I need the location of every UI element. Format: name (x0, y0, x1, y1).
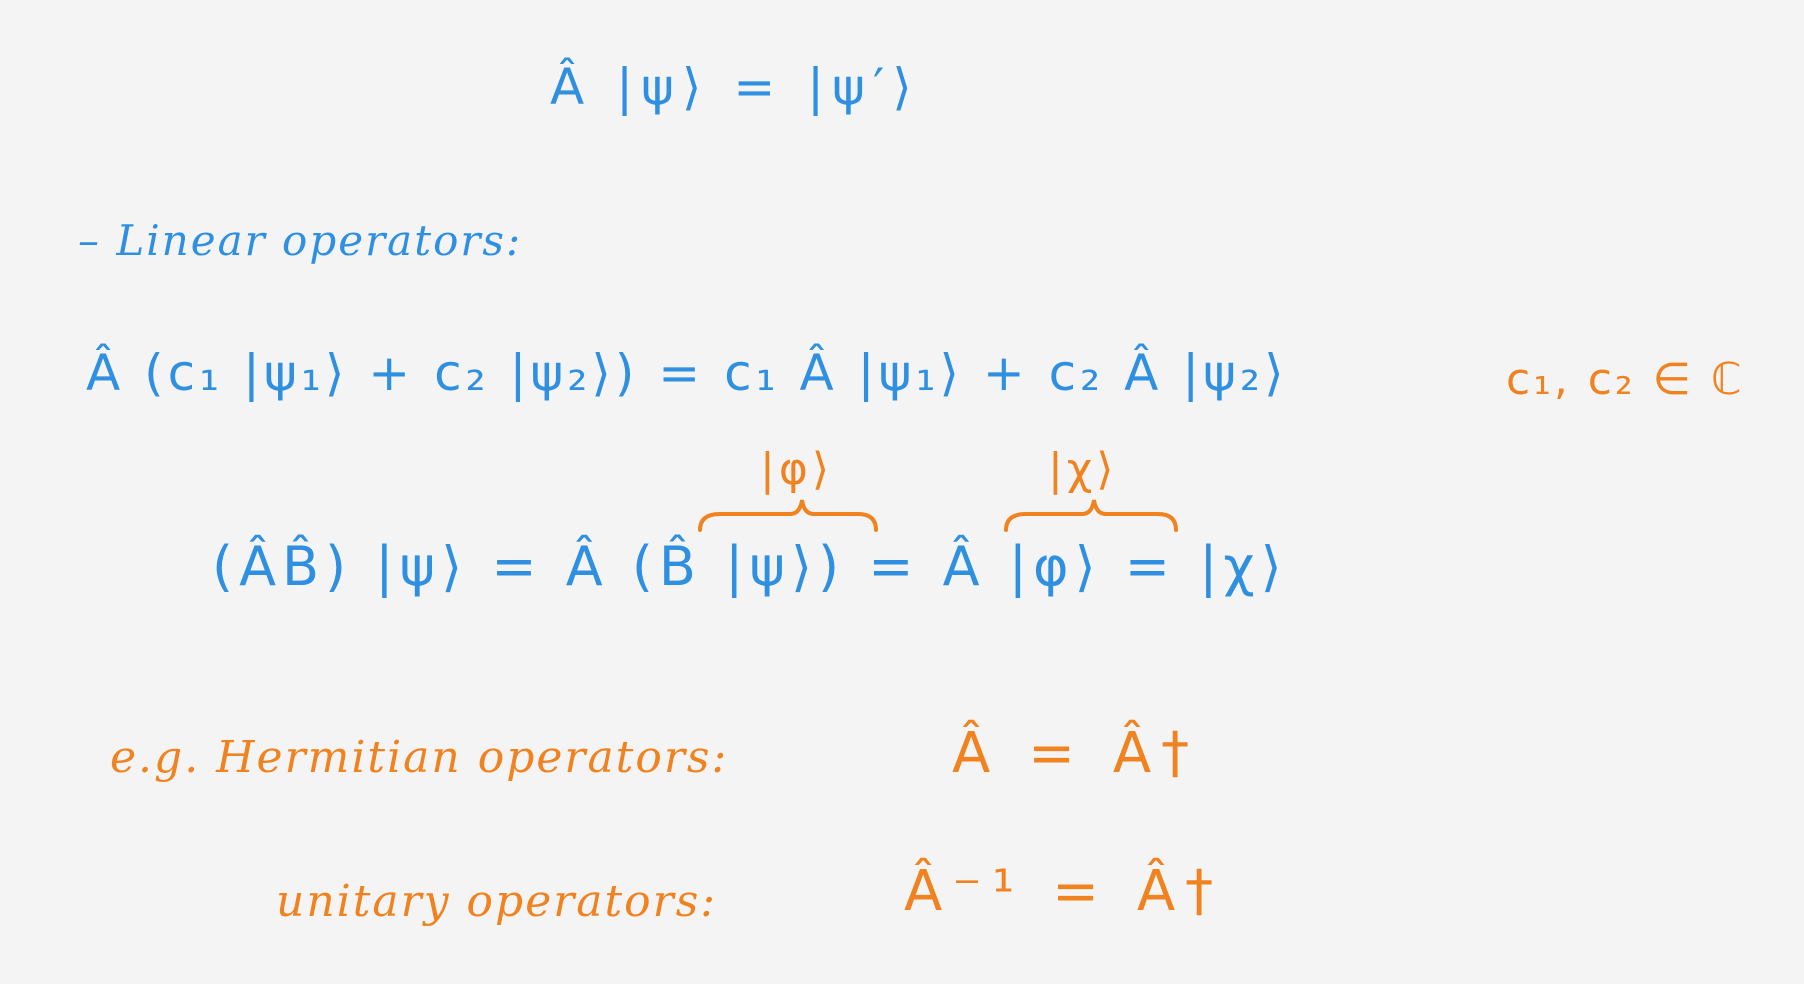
unitary-operators-label: unitary operators: (276, 876, 718, 927)
hermitian-operators-label: e.g. Hermitian operators: (110, 732, 729, 783)
hermitian-equation: Â = Â† (952, 721, 1200, 786)
handwritten-notes-page: Â |ψ⟩ = |ψ′⟩ – Linear operators: Â (c₁ |… (0, 0, 1804, 984)
overbrace-annotations (698, 499, 1178, 532)
unitary-equation: Â⁻¹ = Â† (904, 859, 1224, 924)
composition-equation: (ÂB̂) |ψ⟩ = Â (B̂ |ψ⟩) = Â |φ⟩ = |χ⟩ (212, 535, 1288, 598)
overbrace-chi (1004, 499, 1178, 532)
overbrace-phi (698, 499, 878, 532)
